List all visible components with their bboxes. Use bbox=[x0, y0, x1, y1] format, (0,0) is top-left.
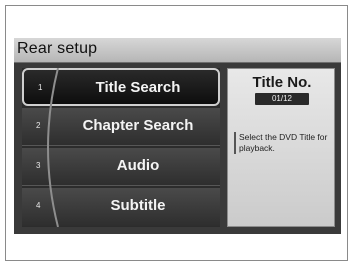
menu-item-label: Audio bbox=[116, 157, 160, 174]
menu-item-number: 4 bbox=[36, 201, 41, 210]
menu-item-subtitle[interactable]: 4 Subtitle bbox=[22, 188, 220, 226]
menu-item-number: 3 bbox=[36, 161, 41, 170]
menu-item-label: Subtitle bbox=[110, 197, 166, 214]
title-number-heading: Title No. bbox=[252, 74, 312, 91]
help-description: Select the DVD Title for playback. bbox=[239, 132, 328, 153]
menu-list: 1 Title Search 2 Chapter Search 3 Audio … bbox=[22, 68, 220, 227]
menu-item-label: Title Search bbox=[95, 79, 181, 96]
menu-item-audio[interactable]: 3 Audio bbox=[22, 148, 220, 186]
menu-item-title-search[interactable]: 1 Title Search bbox=[22, 68, 220, 106]
menu-item-chapter-search[interactable]: 2 Chapter Search bbox=[22, 108, 220, 146]
description-marker bbox=[234, 132, 236, 154]
menu-item-number: 1 bbox=[38, 83, 43, 92]
menu-item-number: 2 bbox=[36, 121, 41, 130]
title-number-value: 01/12 bbox=[255, 93, 309, 105]
screen-header: Rear setup bbox=[14, 38, 341, 63]
title-info-panel: Title No. 01/12 Select the DVD Title for… bbox=[227, 68, 335, 227]
page-title: Rear setup bbox=[17, 40, 98, 57]
menu-item-label: Chapter Search bbox=[82, 117, 194, 134]
rear-setup-screen: Rear setup 1 Title Search 2 Chapter Sear… bbox=[14, 38, 341, 234]
